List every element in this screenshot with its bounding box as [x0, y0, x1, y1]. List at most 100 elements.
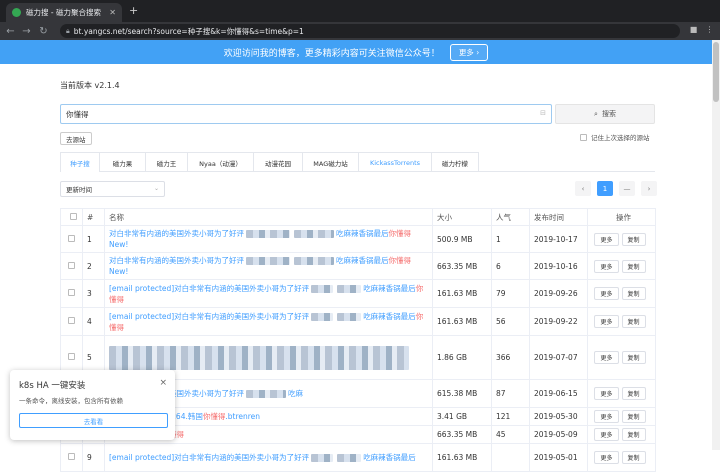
more-button[interactable]: 更多 — [594, 410, 619, 423]
row-actions: 更多 复制 — [587, 307, 656, 336]
browser-tab[interactable]: 磁力搜 - 磁力聚合搜索 ✕ — [6, 3, 122, 22]
table-row[interactable]: 3 [email protected]对白非常有内涵的美国外卖小哥为了好评 吃麻辣香… — [60, 279, 656, 308]
banner-more-button[interactable]: 更多 › — [449, 43, 489, 61]
more-pages-button[interactable]: — — [619, 181, 635, 196]
row-popularity — [491, 443, 530, 472]
name-part-b: 吃麻辣香锅最后 — [363, 453, 416, 462]
next-page-button[interactable]: › — [641, 181, 657, 196]
copy-button[interactable]: 复制 — [621, 259, 646, 273]
sort-select[interactable]: 更新时间 ⌄ — [60, 181, 165, 197]
row-index: 2 — [82, 252, 105, 280]
keyword-highlight: 你懂得 — [388, 256, 412, 265]
search-input[interactable]: 你懂得 ⊟ — [60, 104, 552, 124]
row-index: 3 — [82, 279, 105, 308]
pagination: ‹ 1 — › — [575, 181, 657, 196]
table-row[interactable]: 1 对白非常有内涵的美国外卖小哥为了好评 吃麻辣香锅最后你懂得 New! 500.9 … — [60, 225, 656, 253]
row-size: 161.63 MB — [432, 279, 492, 308]
tab-cilizhuoguo[interactable]: 磁力果 — [100, 152, 146, 172]
sort-value: 更新时间 — [66, 186, 92, 194]
table-row[interactable]: 2 对白非常有内涵的美国外卖小哥为了好评 吃麻辣香锅最后你懂得 New! 663.35… — [60, 252, 656, 280]
more-button[interactable]: 更多 — [594, 428, 619, 441]
copy-button[interactable]: 复制 — [621, 315, 646, 328]
redacted-mosaic — [337, 284, 362, 293]
row-popularity: 87 — [491, 379, 530, 408]
tab-mag[interactable]: MAG磁力站 — [303, 152, 359, 172]
copy-button[interactable]: 复制 — [621, 287, 646, 300]
checkbox[interactable] — [580, 133, 587, 141]
torrent-name-link[interactable]: [email protected]对白非常有内涵的美国外卖小哥为了好评 吃麻辣香锅… — [109, 312, 423, 332]
search-button-label: 搜索 — [601, 110, 616, 118]
row-checkbox[interactable] — [68, 261, 75, 269]
more-button[interactable]: 更多 — [594, 315, 619, 328]
row-select-cell[interactable] — [60, 279, 83, 308]
copy-button[interactable]: 复制 — [621, 232, 646, 246]
row-name-cell[interactable]: [email protected]对白非常有内涵的美国外卖小哥为了好评 吃麻辣香锅… — [104, 279, 433, 308]
more-button[interactable]: 更多 — [594, 387, 619, 400]
torrent-name-link[interactable]: [email protected]对白非常有内涵的美国外卖小哥为了好评 吃麻辣香锅… — [109, 284, 423, 304]
row-actions: 更多 复制 — [587, 425, 656, 444]
address-bar[interactable]: 🔒︎ bt.yangcs.net/search?source=种子搜&k=你懂得… — [60, 24, 680, 38]
extension-icon[interactable]: ■ — [688, 25, 699, 36]
name-part-a: 对白非常有内涵的美国外卖小哥为了好评 — [109, 256, 244, 265]
more-button[interactable]: 更多 — [594, 351, 619, 364]
copy-button[interactable]: 复制 — [621, 351, 646, 364]
row-date: 2019-09-22 — [529, 307, 588, 336]
menu-icon[interactable]: ⋮ — [704, 25, 715, 36]
row-select-cell[interactable] — [60, 443, 83, 472]
back-icon[interactable]: ← — [4, 26, 17, 37]
forward-icon[interactable]: → — [20, 26, 33, 37]
copy-button[interactable]: 复制 — [621, 387, 646, 400]
tab-nyaa[interactable]: Nyaa（动漫） — [188, 152, 254, 172]
new-tab-button[interactable]: + — [129, 4, 138, 17]
go-source-button[interactable]: 去源站 — [60, 132, 92, 145]
row-checkbox[interactable] — [68, 234, 75, 242]
name-part-b: 吃麻辣香锅最后 — [363, 283, 416, 293]
page-1-button[interactable]: 1 — [597, 181, 613, 196]
more-button[interactable]: 更多 — [594, 232, 619, 246]
row-name-cell[interactable]: 对白非常有内涵的美国外卖小哥为了好评 吃麻辣香锅最后你懂得 New! — [104, 225, 433, 253]
more-button[interactable]: 更多 — [594, 259, 619, 273]
row-select-cell[interactable] — [60, 307, 83, 336]
tab-ciliwang[interactable]: 磁力王 — [146, 152, 188, 172]
torrent-name-link[interactable]: 对白非常有内涵的美国外卖小哥为了好评 吃麻辣香锅最后你懂得 New! — [109, 229, 411, 249]
redacted-mosaic — [109, 345, 409, 370]
redacted-mosaic — [337, 312, 362, 321]
row-checkbox[interactable] — [68, 353, 75, 360]
input-clear-icon[interactable]: ⊟ — [540, 109, 546, 117]
table-row[interactable]: 9 [email protected]对白非常有内涵的美国外卖小哥为了好评 吃麻辣香… — [60, 443, 656, 472]
reload-icon[interactable]: ↻ — [37, 26, 50, 37]
row-select-cell[interactable] — [60, 252, 83, 280]
torrent-name-link[interactable]: 对白非常有内涵的美国外卖小哥为了好评 吃麻辣香锅最后你懂得 New! — [109, 256, 411, 276]
tab-kickasstorrents[interactable]: KickassTorrents — [359, 152, 432, 172]
copy-button[interactable]: 复制 — [621, 451, 646, 464]
tab-dongman[interactable]: 动漫花园 — [254, 152, 303, 172]
search-button[interactable]: ⌕ 搜索 — [555, 104, 655, 124]
row-popularity: 79 — [491, 279, 530, 308]
table-row[interactable]: 4 [email protected]对白非常有内涵的美国外卖小哥为了好评 吃麻辣香… — [60, 307, 656, 336]
prev-page-button[interactable]: ‹ — [575, 181, 591, 196]
close-icon[interactable]: × — [159, 378, 167, 388]
tab-cilininmeng[interactable]: 磁力柠檬 — [432, 152, 479, 172]
tab-zhongzisou[interactable]: 种子搜 — [60, 152, 100, 172]
row-checkbox[interactable] — [68, 317, 75, 324]
tab-close-icon[interactable]: ✕ — [109, 8, 116, 17]
row-name-cell[interactable]: 对白非常有内涵的美国外卖小哥为了好评 吃麻辣香锅最后你懂得 New! — [104, 252, 433, 280]
row-checkbox[interactable] — [68, 289, 75, 296]
more-button[interactable]: 更多 — [594, 451, 619, 464]
copy-button[interactable]: 复制 — [621, 410, 646, 423]
remember-source-checkbox[interactable]: 记住上次选择的源站 — [580, 132, 650, 142]
row-select-cell[interactable] — [60, 225, 83, 253]
more-button[interactable]: 更多 — [594, 287, 619, 300]
row-name-cell[interactable]: [email protected]对白非常有内涵的美国外卖小哥为了好评 吃麻辣香锅… — [104, 443, 433, 472]
copy-button[interactable]: 复制 — [621, 428, 646, 441]
row-checkbox[interactable] — [68, 453, 75, 460]
select-all-cell[interactable] — [60, 208, 83, 226]
torrent-name-link[interactable]: [email protected]对白非常有内涵的美国外卖小哥为了好评 吃麻辣香锅… — [109, 453, 416, 462]
torrent-name-link[interactable] — [109, 345, 409, 370]
row-actions: 更多 复制 — [587, 443, 656, 472]
select-all-checkbox[interactable] — [70, 212, 77, 220]
row-name-cell[interactable]: [email protected]对白非常有内涵的美国外卖小哥为了好评 吃麻辣香锅… — [104, 307, 433, 336]
scrollbar-thumb[interactable] — [713, 42, 719, 102]
row-index: 1 — [82, 225, 105, 253]
popup-go-button[interactable]: 去看看 — [19, 413, 168, 428]
